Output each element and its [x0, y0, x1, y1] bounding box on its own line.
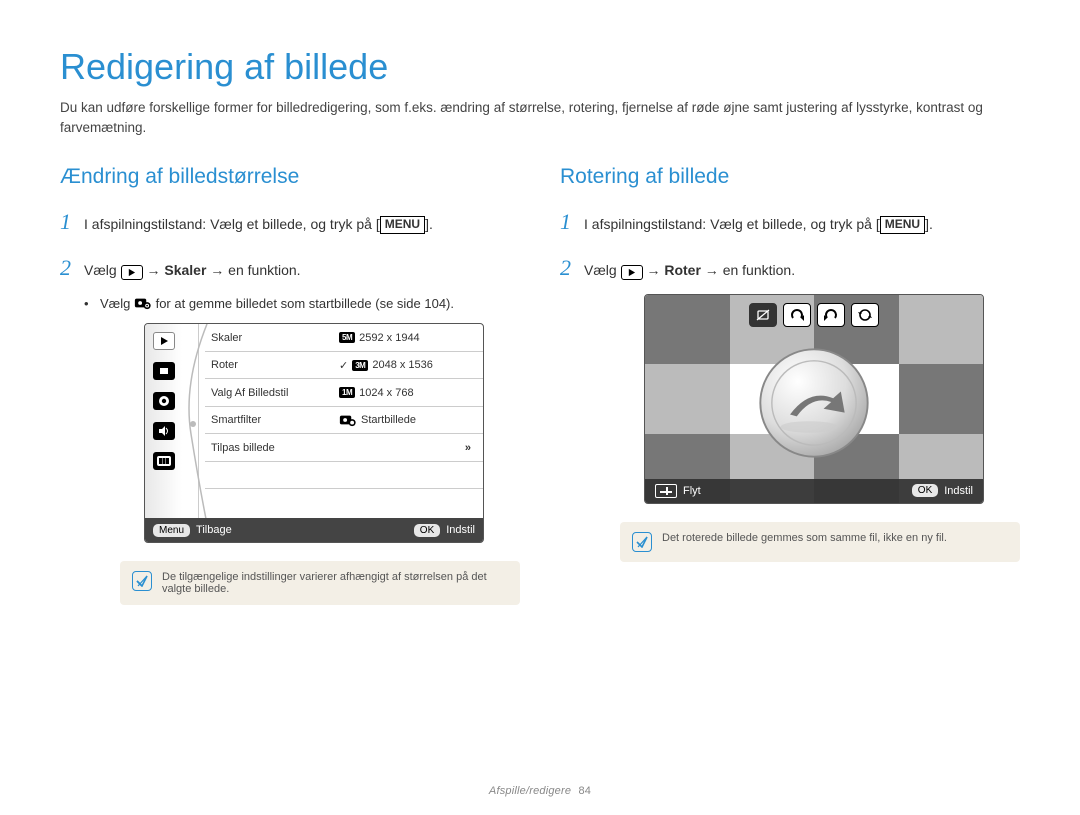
note-icon — [132, 571, 152, 591]
sidebar-movie-icon — [153, 362, 175, 380]
footer-move: Flyt — [683, 485, 701, 497]
left-column: Ændring af billedstørrelse 1 I afspilnin… — [60, 165, 520, 605]
sidebar-display-icon — [153, 452, 175, 470]
sep: → — [143, 262, 165, 278]
menu-row: Roter ✓3M 2048 x 1536 — [205, 352, 483, 380]
step-number: 2 — [60, 249, 74, 286]
play-icon — [121, 265, 143, 280]
step2-pre: Vælg — [84, 262, 121, 278]
startimage-icon — [339, 413, 357, 427]
step2-rest: → en funktion. — [701, 262, 795, 278]
step1-post: ]. — [925, 216, 933, 232]
more-icon: » — [465, 442, 471, 454]
step2-bold: Roter — [664, 262, 701, 278]
startimage-icon — [134, 296, 152, 310]
intro-text: Du kan udføre forskellige former for bil… — [60, 98, 1020, 137]
step-number: 2 — [560, 249, 574, 286]
note-box: De tilgængelige indstillinger varierer a… — [120, 561, 520, 605]
right-step-1: 1 I afspilningstilstand: Vælg et billede… — [560, 203, 1020, 240]
note-text: De tilgængelige indstillinger varierer a… — [162, 571, 508, 595]
menu-row: Smartfilter Startbillede — [205, 407, 483, 435]
footer-page-number: 84 — [578, 785, 591, 797]
menu-key-icon: MENU — [880, 216, 925, 234]
ok-pill: OK — [912, 484, 938, 497]
rotate-right-90-icon — [783, 303, 811, 327]
dpad-icon — [655, 484, 677, 498]
note-box: Det roterede billede gemmes som samme fi… — [620, 522, 1020, 562]
footer-back: Tilbage — [196, 524, 232, 536]
menu-key-icon: MENU — [380, 216, 425, 234]
page-title: Redigering af billede — [60, 46, 1020, 88]
camera-menu-screenshot: Skaler 5M 2592 x 1944 Roter ✓3M 2048 x 1… — [144, 323, 484, 543]
step-number: 1 — [60, 203, 74, 240]
bullet-post: for at gemme billedet som startbillede (… — [152, 296, 454, 311]
step-number: 1 — [560, 203, 574, 240]
right-column: Rotering af billede 1 I afspilningstilst… — [560, 165, 1020, 605]
step2-rest: → en funktion. — [206, 262, 300, 278]
menu-row: Tilpas billede » — [205, 434, 483, 462]
right-step-2: 2 Vælg → Roter → en funktion. — [560, 249, 1020, 286]
note-icon — [632, 532, 652, 552]
bullet-pre: Vælg — [100, 296, 134, 311]
rotate-off-icon — [749, 303, 777, 327]
left-step-2: 2 Vælg → Skaler → en funktion. — [60, 249, 520, 286]
left-heading: Ændring af billedstørrelse — [60, 165, 520, 189]
menu-row: Skaler 5M 2592 x 1944 — [205, 324, 483, 352]
camera-footer: Flyt OK Indstil — [645, 479, 983, 503]
sep: → — [643, 262, 665, 278]
left-bullet: • Vælg for at gemme billedet som startbi… — [84, 294, 520, 314]
footer-ok: Indstil — [944, 485, 973, 497]
camera-footer: Menu Tilbage OK Indstil — [145, 518, 483, 542]
play-icon — [621, 265, 643, 280]
right-heading: Rotering af billede — [560, 165, 1020, 189]
left-step-1: 1 I afspilningstilstand: Vælg et billede… — [60, 203, 520, 240]
sidebar-play-icon — [153, 332, 175, 350]
footer-ok: Indstil — [446, 524, 475, 536]
footer-section: Afspille/redigere — [489, 785, 571, 797]
menu-row-empty — [205, 462, 483, 490]
step2-bold: Skaler — [164, 262, 206, 278]
check-icon: ✓ — [339, 359, 348, 372]
note-text: Det roterede billede gemmes som samme fi… — [662, 532, 947, 544]
step2-pre: Vælg — [584, 262, 621, 278]
rotate-left-90-icon — [817, 303, 845, 327]
step1-post: ]. — [425, 216, 433, 232]
page-footer: Afspille/redigere 84 — [0, 785, 1080, 797]
menu-row: Valg Af Billedstil 1M 1024 x 768 — [205, 379, 483, 407]
step1-pre: I afspilningstilstand: Vælg et billede, … — [84, 216, 380, 232]
menu-pill: Menu — [153, 524, 190, 537]
step1-pre: I afspilningstilstand: Vælg et billede, … — [584, 216, 880, 232]
ok-pill: OK — [414, 524, 440, 537]
sidebar-gear-icon — [153, 392, 175, 410]
sidebar-sound-icon — [153, 422, 175, 440]
camera-rotate-screenshot: Flyt OK Indstil — [644, 294, 984, 504]
rotate-180-icon — [851, 303, 879, 327]
rotate-preview-icon — [757, 346, 872, 461]
